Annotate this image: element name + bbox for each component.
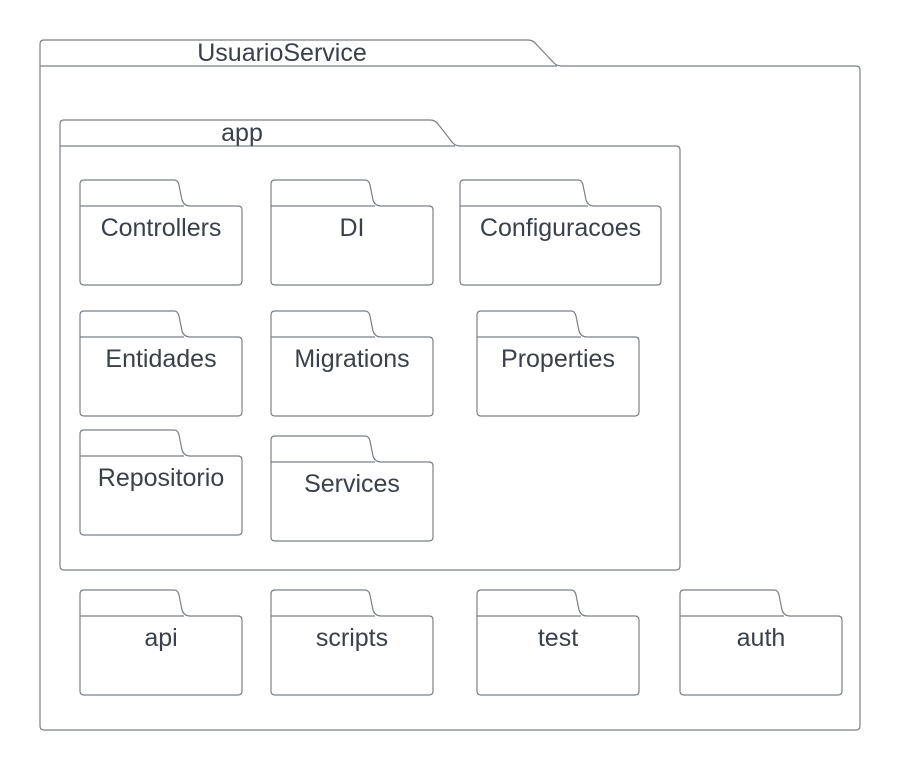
package-migrations-label: Migrations [294,345,409,373]
package-entidades-label: Entidades [105,345,216,373]
package-test-label: test [538,624,578,652]
package-di-label: DI [340,214,365,242]
package-services-label: Services [304,470,400,498]
package-api-label: api [144,624,177,652]
package-diagram: UsuarioService app Controllers DI Configur… [39,39,861,731]
package-controllers-label: Controllers [101,214,222,242]
package-auth-label: auth [737,624,786,652]
package-repositorio-label: Repositorio [98,464,224,492]
package-configuracoes-label: Configuracoes [480,214,641,242]
package-app-label: app [221,119,263,147]
package-properties-label: Properties [501,345,615,373]
package-usuarioservice-label: UsuarioService [197,39,367,67]
package-scripts-label: scripts [316,624,388,652]
